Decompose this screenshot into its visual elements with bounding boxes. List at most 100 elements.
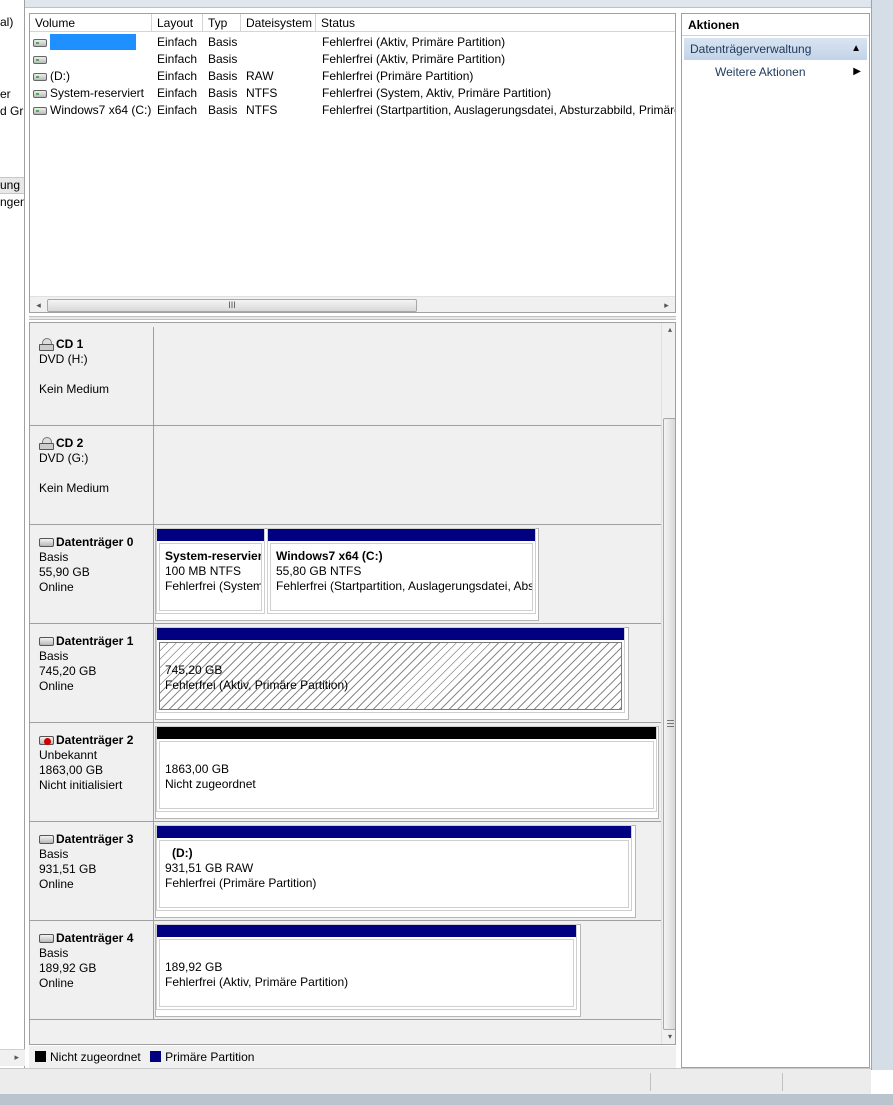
tree-item-fragment[interactable]: d Gr (0, 104, 23, 118)
volume-row[interactable]: (D:) Einfach Basis RAW Fehlerfrei (Primä… (30, 68, 675, 85)
taskbar-edge (0, 1094, 893, 1105)
dateisystem-cell: RAW (246, 69, 274, 83)
disk-name: Datenträger 4 (56, 931, 134, 945)
window-right-edge (871, 0, 893, 1070)
column-header-layout[interactable]: Layout (152, 14, 203, 32)
disk-row-disk2[interactable]: Datenträger 2 Unbekannt 1863,00 GB Nicht… (30, 723, 661, 822)
selected-partition-hatch: 745,20 GB Fehlerfrei (Aktiv, Primäre Par… (159, 642, 622, 710)
unallocated-bar (157, 727, 656, 739)
disk-type: DVD (H:) (39, 352, 88, 366)
disk-state: Online (39, 679, 74, 693)
partition-size: 100 MB NTFS (165, 564, 242, 578)
primary-partition-bar (157, 529, 264, 541)
tree-item-fragment[interactable]: al) (0, 15, 13, 29)
scrollbar-thumb[interactable] (663, 418, 675, 1030)
scroll-right-arrow-icon[interactable]: ▸ (14, 1052, 19, 1063)
disk-label[interactable]: Datenträger 1 Basis 745,20 GB Online (30, 624, 154, 722)
column-header-volume[interactable]: Volume (30, 14, 152, 32)
disk-size: 931,51 GB (39, 862, 97, 876)
layout-cell: Einfach (157, 103, 198, 117)
pane-splitter[interactable] (29, 316, 676, 320)
volume-row[interactable]: Windows7 x64 (C:) Einfach Basis NTFS Feh… (30, 102, 675, 119)
partition-size: 745,20 GB (165, 663, 223, 677)
volume-row[interactable]: Einfach Basis Fehlerfrei (Aktiv, Primäre… (30, 34, 675, 51)
partition-status: Fehlerfrei (Aktiv, Primäre Partition) (165, 975, 349, 989)
drive-icon (33, 107, 47, 115)
typ-cell: Basis (208, 69, 238, 83)
disk-type: Basis (39, 550, 69, 564)
disk-type: Basis (39, 847, 69, 861)
typ-cell: Basis (208, 35, 238, 49)
tree-item-selected[interactable]: ung (0, 177, 24, 194)
status-separator (650, 1073, 651, 1091)
scrollbar-thumb[interactable]: III (47, 299, 417, 312)
disk-size: 55,90 GB (39, 565, 90, 579)
unallocated-space[interactable]: 1863,00 GB Nicht zugeordnet (156, 726, 657, 812)
disk-size: 189,92 GB (39, 961, 97, 975)
column-header-status[interactable]: Status (316, 14, 675, 32)
disk-state: Online (39, 580, 74, 594)
hard-disk-icon (39, 835, 54, 844)
disk-view-vertical-scrollbar[interactable]: ▴ ▾ (661, 323, 675, 1044)
scroll-down-arrow-icon[interactable]: ▾ (662, 1030, 675, 1044)
column-header-typ[interactable]: Typ (203, 14, 241, 32)
more-actions-label: Weitere Aktionen (715, 65, 806, 79)
primary-swatch (150, 1051, 162, 1062)
typ-cell: Basis (208, 52, 238, 66)
disk-type: DVD (G:) (39, 451, 89, 465)
partition-d[interactable]: (D:) 931,51 GB RAW Fehlerfrei (Primäre P… (156, 825, 632, 911)
disk-partition-area (155, 426, 661, 524)
disk-graphical-view[interactable]: CD 1 DVD (H:) Kein Medium CD 2 DVD (G:) … (29, 322, 676, 1045)
disk-partition-area: System-reservier 100 MB NTFS Fehlerfrei … (155, 525, 661, 623)
disk-row-disk1[interactable]: Datenträger 1 Basis 745,20 GB Online 745… (30, 624, 661, 723)
hard-disk-icon (39, 637, 54, 646)
more-actions-item[interactable]: Weitere Aktionen ▶ (684, 62, 867, 82)
disk-row-disk3[interactable]: Datenträger 3 Basis 931,51 GB Online (D:… (30, 822, 661, 921)
disk-label[interactable]: Datenträger 3 Basis 931,51 GB Online (30, 822, 154, 920)
volume-list[interactable]: Volume Layout Typ Dateisystem Status Ein… (29, 13, 676, 313)
disk-label[interactable]: CD 2 DVD (G:) Kein Medium (30, 426, 154, 524)
tree-item-fragment[interactable]: er (0, 87, 11, 101)
volume-list-header: Volume Layout Typ Dateisystem Status (30, 14, 675, 32)
actions-pane: Aktionen Datenträgerverwaltung ▲ Weitere… (681, 13, 870, 1068)
partition-disk4[interactable]: 189,92 GB Fehlerfrei (Aktiv, Primäre Par… (156, 924, 577, 1010)
redacted-volume-name (50, 34, 136, 50)
disk-label[interactable]: CD 1 DVD (H:) Kein Medium (30, 327, 154, 425)
scroll-up-arrow-icon[interactable]: ▴ (662, 323, 675, 337)
actions-title: Aktionen (682, 14, 869, 36)
disk-label[interactable]: Datenträger 2 Unbekannt 1863,00 GB Nicht… (30, 723, 154, 821)
disk-state: Online (39, 976, 74, 990)
tree-horizontal-scrollbar[interactable]: ▸ (0, 1049, 25, 1066)
hard-disk-icon (39, 934, 54, 943)
primary-partition-bar (157, 826, 631, 838)
partition-windows7[interactable]: Windows7 x64 (C:) 55,80 GB NTFS Fehlerfr… (267, 528, 536, 614)
scroll-right-arrow-icon[interactable]: ▸ (658, 297, 675, 312)
section-label: Datenträgerverwaltung (690, 42, 812, 56)
disk-label[interactable]: Datenträger 4 Basis 189,92 GB Online (30, 921, 154, 1019)
partition-disk1[interactable]: 745,20 GB Fehlerfrei (Aktiv, Primäre Par… (156, 627, 625, 713)
column-header-dateisystem[interactable]: Dateisystem (241, 14, 316, 32)
partition-size: 55,80 GB NTFS (276, 564, 362, 578)
layout-cell: Einfach (157, 69, 198, 83)
collapse-up-icon[interactable]: ▲ (851, 38, 861, 60)
disk-label[interactable]: Datenträger 0 Basis 55,90 GB Online (30, 525, 154, 623)
disk-name: CD 1 (56, 337, 84, 351)
scroll-left-arrow-icon[interactable]: ◂ (30, 297, 47, 312)
tree-item-fragment[interactable]: ngen (0, 195, 24, 209)
navigation-tree[interactable]: al) er d Gr ung ngen (0, 0, 25, 1068)
partition-status: Fehlerfrei (Primäre Partition) (165, 876, 317, 890)
disk-row-disk0[interactable]: Datenträger 0 Basis 55,90 GB Online Syst… (30, 525, 661, 624)
volume-cell: (D:) (33, 68, 151, 85)
volume-row[interactable]: Einfach Basis Fehlerfrei (Aktiv, Primäre… (30, 51, 675, 68)
actions-section-header[interactable]: Datenträgerverwaltung ▲ (684, 38, 867, 60)
scrollbar-grip-icon (667, 720, 674, 727)
volume-row[interactable]: System-reserviert Einfach Basis NTFS Feh… (30, 85, 675, 102)
partition-system-reserved[interactable]: System-reservier 100 MB NTFS Fehlerfrei … (156, 528, 265, 614)
disk-row-disk4[interactable]: Datenträger 4 Basis 189,92 GB Online 189… (30, 921, 661, 1020)
disk-partition-area: 189,92 GB Fehlerfrei (Aktiv, Primäre Par… (155, 921, 661, 1019)
disk-partition-area: 745,20 GB Fehlerfrei (Aktiv, Primäre Par… (155, 624, 661, 722)
partition-status: Fehlerfrei (Aktiv, Primäre Partition) (165, 678, 349, 692)
disk-row-cd2[interactable]: CD 2 DVD (G:) Kein Medium (30, 426, 661, 525)
volume-list-horizontal-scrollbar[interactable]: ◂ III ▸ (30, 296, 675, 312)
disk-row-cd1[interactable]: CD 1 DVD (H:) Kein Medium (30, 327, 661, 426)
